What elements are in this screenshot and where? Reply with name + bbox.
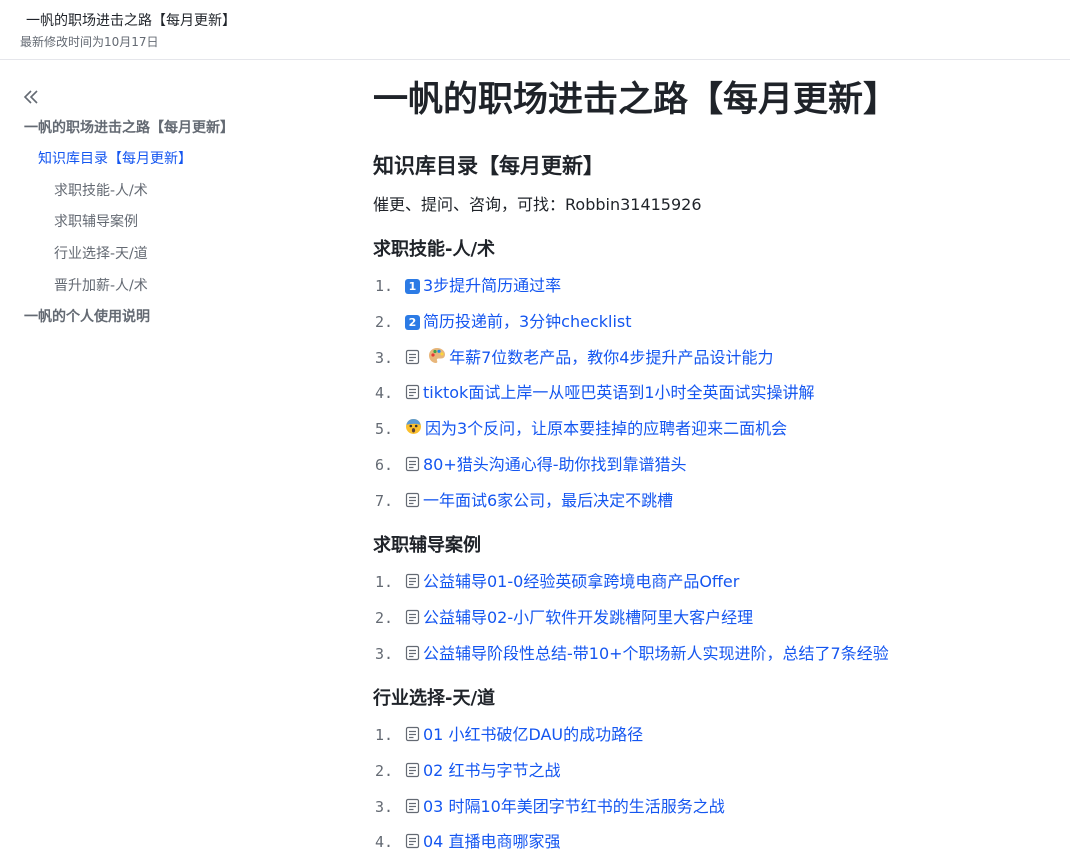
document-body: 一帆的职场进击之路【每月更新】 知识库目录【每月更新】 催更、提问、咨询，可找：… [373, 60, 1063, 866]
section-heading-coaching-cases: 求职辅导案例 [373, 535, 481, 556]
doc-link[interactable]: 公益辅导02-小厂软件开发跳槽阿里大客户经理 [405, 606, 753, 630]
list-number: 1. [375, 726, 394, 744]
collapse-toc-button[interactable] [20, 86, 42, 108]
doc-icon [405, 609, 420, 625]
doc-link[interactable]: 1 3步提升简历通过率 [405, 274, 561, 298]
section-heading-job-skills: 求职技能-人/术 [373, 239, 496, 260]
page-title: 一帆的职场进击之路【每月更新】 [373, 80, 899, 120]
doc-link[interactable]: 02 红书与字节之战 [405, 759, 560, 783]
doc-icon [405, 349, 420, 365]
toc-item-industry-choice[interactable]: 行业选择-天/道 [54, 244, 148, 264]
toc-item-knowledge-index[interactable]: 知识库目录【每月更新】 [38, 149, 192, 169]
doc-icon [405, 456, 420, 472]
list-number: 1. [375, 277, 394, 295]
contact-text: 催更、提问、咨询，可找：Robbin31415926 [373, 195, 702, 214]
keycap-1-icon: 1 [405, 279, 420, 294]
doc-link[interactable]: 01 小红书破亿DAU的成功路径 [405, 723, 643, 747]
link-text: 03 时隔10年美团字节红书的生活服务之战 [423, 797, 725, 816]
list-number: 2. [375, 609, 394, 627]
document-header: 一帆的职场进击之路【每月更新】 最新修改时间为10月17日 [0, 0, 1070, 60]
link-text: 公益辅导02-小厂软件开发跳槽阿里大客户经理 [423, 608, 754, 627]
keycap-2-icon: 2 [405, 315, 420, 330]
link-text: 公益辅导01-0经验英硕拿跨境电商产品Offer [423, 572, 740, 591]
link-text: tiktok面试上岸一从哑巴英语到1小时全英面试实操讲解 [423, 383, 815, 402]
link-text: 04 直播电商哪家强 [423, 832, 561, 851]
doc-icon [405, 833, 420, 849]
link-text: 01 小红书破亿DAU的成功路径 [423, 725, 644, 744]
doc-link[interactable]: 公益辅导01-0经验英硕拿跨境电商产品Offer [405, 570, 739, 594]
list-number: 2. [375, 762, 394, 780]
toc-sidebar: 一帆的职场进击之路【每月更新】 知识库目录【每月更新】 求职技能-人/术 求职辅… [0, 60, 330, 866]
doc-icon [405, 573, 420, 589]
doc-link[interactable]: 一年面试6家公司，最后决定不跳槽 [405, 489, 673, 513]
doc-link[interactable]: 80+猎头沟通心得-助你找到靠谱猎头 [405, 453, 687, 477]
section-heading-industry-choice: 行业选择-天/道 [373, 688, 496, 709]
link-text: 因为3个反问，让原本要挂掉的应聘者迎来二面机会 [425, 419, 788, 438]
document-title[interactable]: 一帆的职场进击之路【每月更新】 [26, 10, 236, 30]
doc-link[interactable]: 03 时隔10年美团字节红书的生活服务之战 [405, 795, 725, 819]
list-number: 6. [375, 456, 394, 474]
doc-link[interactable]: 因为3个反问，让原本要挂掉的应聘者迎来二面机会 [405, 417, 787, 441]
list-number: 3. [375, 349, 394, 367]
link-text: 02 红书与字节之战 [423, 761, 561, 780]
last-modified-text: 最新修改时间为10月17日 [20, 35, 159, 49]
palette-icon [429, 348, 446, 363]
section-title-index: 知识库目录【每月更新】 [373, 154, 604, 178]
doc-icon [405, 762, 420, 778]
doc-icon [405, 726, 420, 742]
link-text: 3步提升简历通过率 [423, 276, 562, 295]
link-text: 80+猎头沟通心得-助你找到靠谱猎头 [423, 455, 687, 474]
doc-link[interactable]: 年薪7位数老产品，教你4步提升产品设计能力 [405, 346, 773, 370]
double-chevron-left-icon [23, 90, 38, 104]
link-text: 公益辅导阶段性总结-带10+个职场新人实现进阶，总结了7条经验 [423, 644, 889, 663]
list-number: 4. [375, 833, 394, 851]
list-number: 3. [375, 798, 394, 816]
toc-item-job-skills[interactable]: 求职技能-人/术 [54, 181, 148, 201]
list-number: 4. [375, 384, 394, 402]
doc-link[interactable]: 04 直播电商哪家强 [405, 830, 560, 854]
doc-link[interactable]: tiktok面试上岸一从哑巴英语到1小时全英面试实操讲解 [405, 381, 815, 405]
link-text: 一年面试6家公司，最后决定不跳槽 [423, 491, 674, 510]
list-number: 7. [375, 492, 394, 510]
link-text: 简历投递前，3分钟checklist [423, 312, 632, 331]
toc-item-personal-guide[interactable]: 一帆的个人使用说明 [24, 307, 150, 327]
list-number: 1. [375, 573, 394, 591]
doc-link[interactable]: 公益辅导阶段性总结-带10+个职场新人实现进阶，总结了7条经验 [405, 642, 889, 666]
link-text: 年薪7位数老产品，教你4步提升产品设计能力 [449, 348, 774, 367]
toc-item-root[interactable]: 一帆的职场进击之路【每月更新】 [24, 118, 234, 138]
doc-icon [405, 645, 420, 661]
doc-link[interactable]: 2 简历投递前，3分钟checklist [405, 310, 632, 334]
doc-icon [405, 798, 420, 814]
toc-item-coaching-cases[interactable]: 求职辅导案例 [54, 212, 138, 232]
list-number: 5. [375, 420, 394, 438]
toc-item-promotion[interactable]: 晋升加薪-人/术 [54, 276, 148, 296]
list-number: 3. [375, 645, 394, 663]
doc-icon [405, 492, 420, 508]
list-number: 2. [375, 313, 394, 331]
doc-icon [405, 384, 420, 400]
scream-face-icon [406, 419, 421, 434]
